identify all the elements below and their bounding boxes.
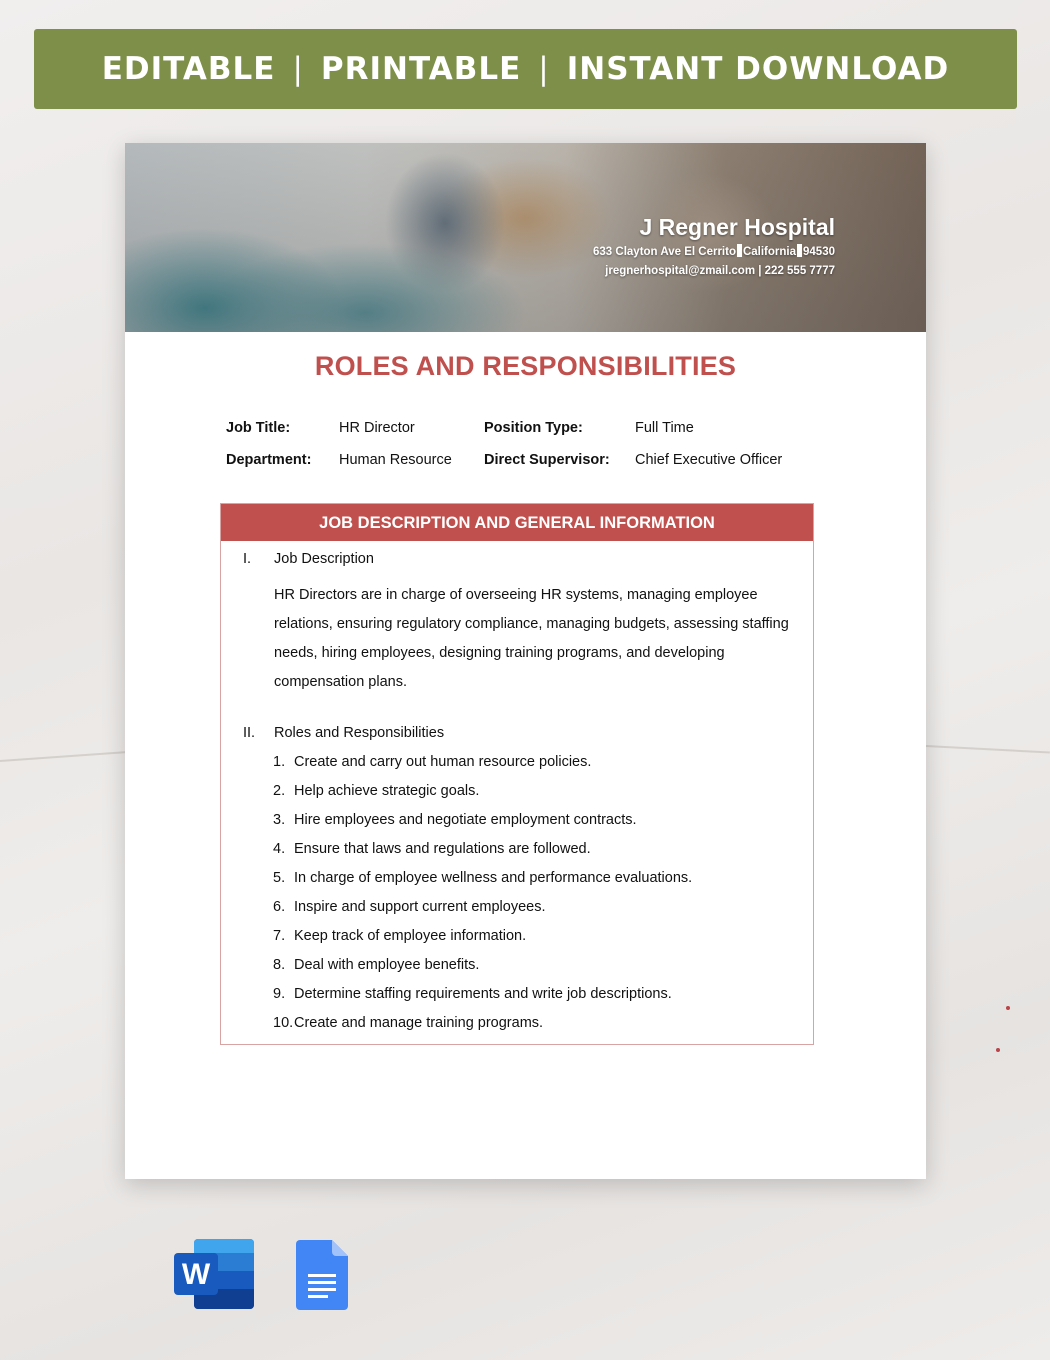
item-text: In charge of employee wellness and perfo… [294, 870, 693, 886]
address-separator-mark [736, 244, 742, 257]
department-label: Department: [226, 452, 312, 468]
address-state: California [742, 246, 797, 258]
address-separator-mark [797, 244, 803, 257]
item-text: Determine staffing requirements and writ… [294, 986, 672, 1002]
item-number: 8. [273, 957, 286, 973]
banner-separator: | [538, 51, 550, 87]
job-description-box: JOB DESCRIPTION AND GENERAL INFORMATION … [220, 503, 814, 1045]
banner-item-editable: EDITABLE [101, 51, 276, 87]
section-numeral: I. [243, 551, 252, 567]
word-letter: W [182, 1258, 211, 1291]
address-zip: 94530 [803, 246, 835, 258]
hospital-contact: jregnerhospital@zmail.com | 222 555 7777 [605, 265, 835, 277]
item-text: Help achieve strategic goals. [294, 783, 480, 799]
hospital-info: J Regner Hospital 633 Clayton Ave El Cer… [593, 211, 835, 281]
item-number: 9. [273, 986, 286, 1002]
job-title-label: Job Title: [226, 420, 291, 436]
document-title: ROLES AND RESPONSIBILITIES [314, 351, 737, 381]
document-page: J Regner Hospital 633 Clayton Ave El Cer… [125, 143, 926, 1179]
marble-vein [925, 745, 1050, 754]
job-title-value: HR Director [339, 420, 415, 436]
item-number: 10. [273, 1015, 294, 1031]
banner-item-printable: PRINTABLE [320, 51, 522, 87]
google-docs-icon[interactable] [296, 1240, 348, 1310]
item-text: Inspire and support current employees. [294, 899, 546, 915]
item-text: Create and carry out human resource poli… [294, 754, 592, 770]
banner-separator: | [292, 51, 304, 87]
stain-dot [996, 1048, 1000, 1052]
item-text: Deal with employee benefits. [294, 957, 480, 973]
item-number: 2. [273, 783, 286, 799]
microsoft-word-icon[interactable]: W [174, 1239, 254, 1309]
section-title: Job Description [274, 551, 374, 567]
item-number: 6. [273, 899, 286, 915]
section-numeral: II. [243, 725, 256, 741]
item-text: Ensure that laws and regulations are fol… [294, 841, 591, 857]
hospital-address: 633 Clayton Ave El Cerrito California 9453… [593, 243, 835, 262]
supervisor-label: Direct Supervisor: [484, 452, 610, 468]
section-title: Roles and Responsibilities [274, 725, 445, 741]
item-number: 5. [273, 870, 286, 886]
address-street-city: 633 Clayton Ave El Cerrito [593, 246, 736, 258]
hospital-name: J Regner Hospital [639, 214, 835, 240]
position-type-label: Position Type: [484, 420, 583, 436]
item-number: 3. [273, 812, 286, 828]
item-number: 1. [273, 754, 286, 770]
item-text: Keep track of employee information. [294, 928, 527, 944]
feature-banner: EDITABLE | PRINTABLE | INSTANT DOWNLOAD [34, 29, 1017, 109]
header-photo: J Regner Hospital 633 Clayton Ave El Cer… [125, 143, 926, 332]
item-text: Create and manage training programs. [294, 1015, 544, 1031]
item-text: Hire employees and negotiate employment … [294, 812, 637, 828]
section-header: JOB DESCRIPTION AND GENERAL INFORMATION [221, 504, 813, 541]
department-value: Human Resource [339, 452, 452, 468]
item-number: 7. [273, 928, 286, 944]
item-number: 4. [273, 841, 286, 857]
position-type-value: Full Time [635, 420, 694, 436]
supervisor-value: Chief Executive Officer [635, 452, 783, 468]
stain-dot [1006, 1006, 1010, 1010]
banner-item-instant-download: INSTANT DOWNLOAD [566, 51, 950, 87]
job-description-text: HR Directors are in charge of overseeing… [274, 587, 789, 690]
